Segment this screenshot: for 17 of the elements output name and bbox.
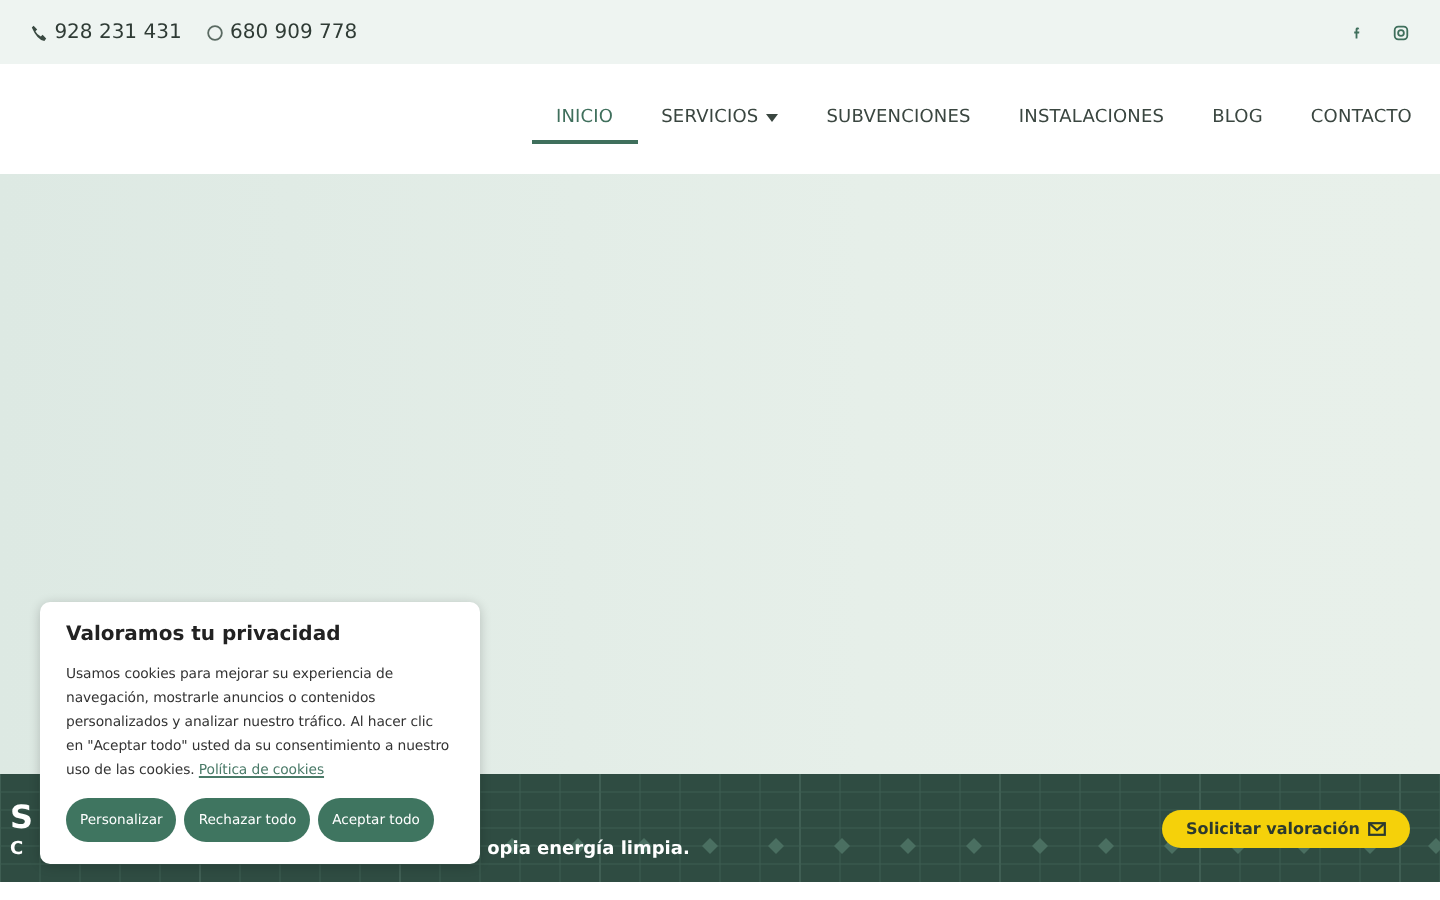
nav-link[interactable]: INICIO xyxy=(531,95,638,143)
envelope-icon xyxy=(1368,821,1386,835)
nav-link[interactable]: SERVICIOS xyxy=(637,95,803,143)
nav-link[interactable]: SUBVENCIONES xyxy=(802,95,995,143)
request-quote-button[interactable]: Solicitar valoración xyxy=(1161,809,1410,847)
nav-link[interactable]: BLOG xyxy=(1188,95,1287,143)
phone-icon xyxy=(30,23,48,41)
banner-subtitle: C xyxy=(10,839,24,859)
instagram-icon[interactable] xyxy=(1392,23,1410,41)
nav-link[interactable]: CONTACTO xyxy=(1286,95,1436,143)
banner-heading: S xyxy=(10,797,34,835)
nav-link[interactable]: INSTALACIONES xyxy=(994,95,1189,143)
phone-number[interactable]: 928 231 431 xyxy=(30,21,182,43)
dialog-title: Valoramos tu privacidad xyxy=(66,624,343,646)
facebook-icon[interactable] xyxy=(1350,23,1364,41)
banner-subtitle: opia energía limpia. xyxy=(487,839,690,859)
whatsapp-number[interactable]: 680 909 778 xyxy=(205,21,358,43)
